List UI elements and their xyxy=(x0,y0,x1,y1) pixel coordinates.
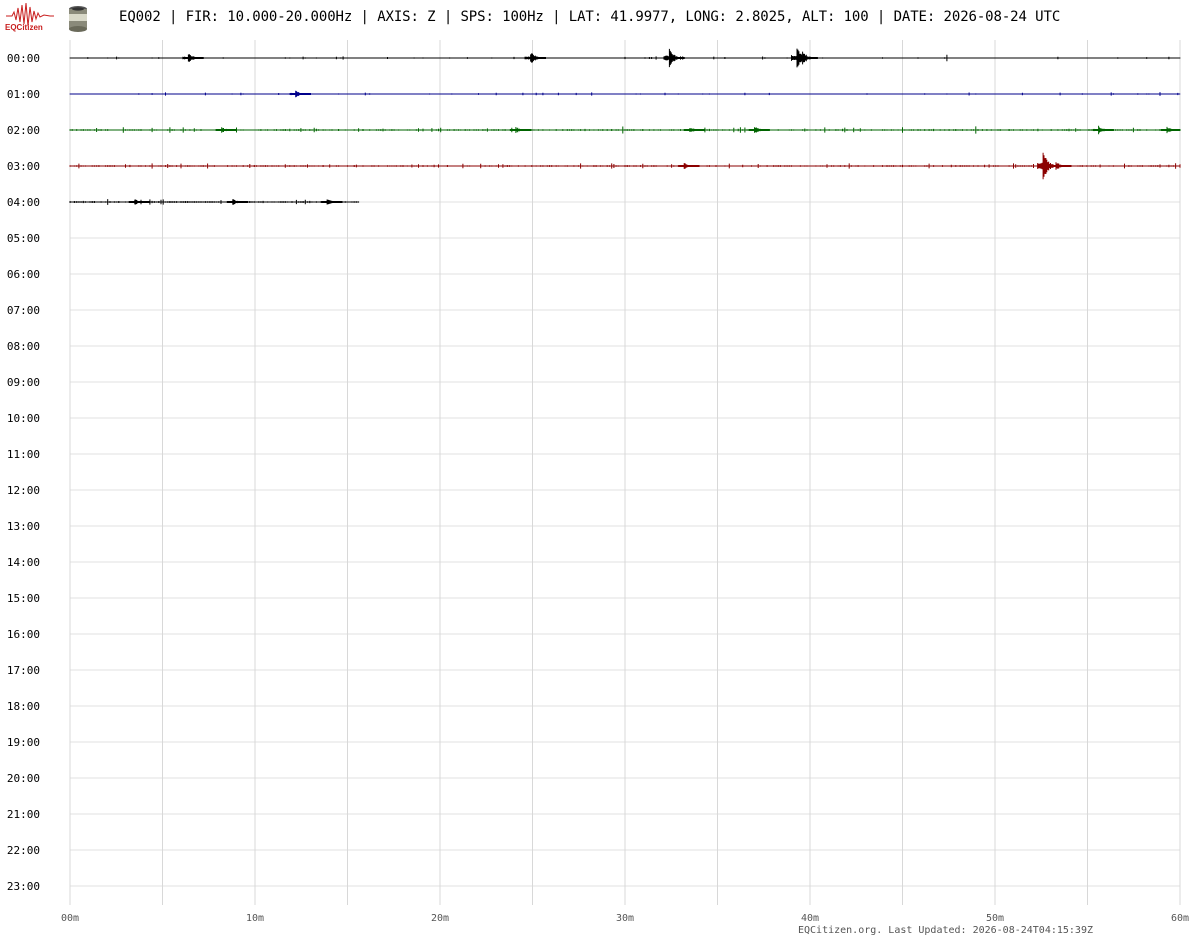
row-label: 19:00 xyxy=(7,736,40,749)
x-tick-label: 10m xyxy=(246,913,264,924)
trace-event xyxy=(524,53,546,63)
trace-event xyxy=(215,127,237,133)
helicorder-page: EQCitizen EQ002 | FIR: 10.000-20.000Hz |… xyxy=(0,0,1200,940)
x-tick-label: 20m xyxy=(431,913,449,924)
footer-last-updated: EQCitizen.org. Last Updated: 2026-08-24T… xyxy=(797,925,1093,936)
row-label: 17:00 xyxy=(7,664,40,677)
row-label: 14:00 xyxy=(7,556,40,569)
row-label: 11:00 xyxy=(7,448,40,461)
row-label: 09:00 xyxy=(7,376,40,389)
trace-event xyxy=(509,127,532,133)
row-label: 03:00 xyxy=(7,160,40,173)
x-tick-label: 40m xyxy=(801,913,819,924)
row-label: 18:00 xyxy=(7,700,40,713)
trace-event xyxy=(226,199,249,205)
row-label: 13:00 xyxy=(7,520,40,533)
trace-event xyxy=(1050,162,1072,170)
trace-event xyxy=(321,199,343,205)
row-label: 06:00 xyxy=(7,268,40,281)
trace-event xyxy=(289,90,311,98)
row-label: 23:00 xyxy=(7,880,40,893)
row-label: 12:00 xyxy=(7,484,40,497)
trace-event xyxy=(128,199,151,205)
row-label: 05:00 xyxy=(7,232,40,245)
trace-event xyxy=(1161,126,1181,134)
grid-layer xyxy=(69,40,1181,905)
row-label: 00:00 xyxy=(7,52,40,65)
trace-event xyxy=(663,48,685,68)
row-label: 16:00 xyxy=(7,628,40,641)
label-layer: 00:00 01:00 02:00 03:00 04:00 05:00 06:00 07:00… xyxy=(7,52,1189,924)
row-label: 20:00 xyxy=(7,772,40,785)
trace-0400 xyxy=(69,199,360,205)
row-label: 07:00 xyxy=(7,304,40,317)
row-label: 15:00 xyxy=(7,592,40,605)
row-label: 01:00 xyxy=(7,88,40,101)
x-tick-label: 30m xyxy=(616,913,634,924)
trace-event xyxy=(796,51,818,65)
row-label: 04:00 xyxy=(7,196,40,209)
x-tick-label: 60m xyxy=(1171,913,1189,924)
x-tick-label: 50m xyxy=(986,913,1004,924)
helicorder-chart: 00:00 01:00 02:00 03:00 04:00 05:00 06:00 07:00… xyxy=(7,40,1189,924)
trace-event xyxy=(748,127,770,133)
trace-event xyxy=(678,163,700,169)
x-tick-label: 00m xyxy=(61,913,79,924)
row-label: 21:00 xyxy=(7,808,40,821)
trace-event xyxy=(683,128,705,132)
row-label: 08:00 xyxy=(7,340,40,353)
trace-event xyxy=(1092,125,1114,135)
row-label: 22:00 xyxy=(7,844,40,857)
row-label: 10:00 xyxy=(7,412,40,425)
row-label: 02:00 xyxy=(7,124,40,137)
trace-event xyxy=(182,54,204,62)
